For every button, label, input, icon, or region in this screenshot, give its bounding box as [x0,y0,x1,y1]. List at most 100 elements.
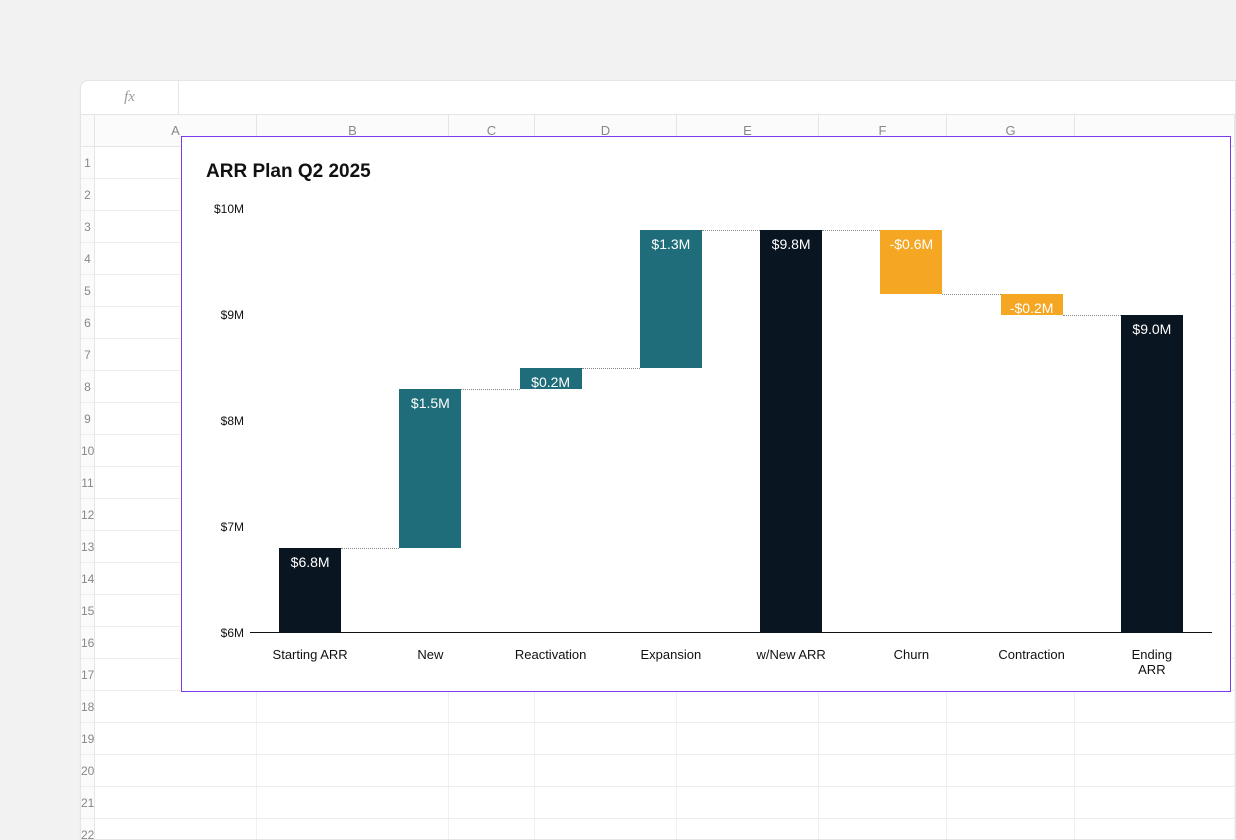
row-head[interactable]: 7 [81,339,95,370]
cell[interactable] [449,755,535,786]
cell[interactable] [947,723,1075,754]
row-head[interactable]: 2 [81,179,95,210]
bar-value-label: $6.8M [291,554,330,570]
chart-container[interactable]: ARR Plan Q2 2025 $6M$7M$8M$9M$10M$6.8MSt… [181,136,1231,692]
bar-value-label: -$0.2M [1010,300,1054,316]
row-head[interactable]: 13 [81,531,95,562]
chart-bar[interactable]: $1.5M [399,389,461,548]
cell[interactable] [95,819,257,840]
row-head[interactable]: 11 [81,467,95,498]
x-category-label: New [417,647,443,662]
bar-value-label: $0.2M [531,374,570,390]
row-head[interactable]: 21 [81,787,95,818]
chart-bar[interactable]: $1.3M [640,230,702,368]
connector-line [582,368,640,369]
bar-value-label: $1.5M [411,395,450,411]
cell[interactable] [1075,819,1235,840]
cell[interactable] [1075,723,1235,754]
x-category-label: w/New ARR [756,647,825,662]
cell[interactable] [819,755,947,786]
row-head[interactable]: 17 [81,659,95,690]
cell[interactable] [535,787,677,818]
connector-line [702,230,760,231]
bar-value-label: $9.8M [772,236,811,252]
row-head[interactable]: 16 [81,627,95,658]
fx-label: fx [124,89,135,106]
cell[interactable] [677,691,819,722]
row-head[interactable]: 5 [81,275,95,306]
y-tick: $7M [202,520,244,534]
cell[interactable] [535,691,677,722]
row-head[interactable]: 10 [81,435,95,466]
cell[interactable] [257,787,449,818]
row-head[interactable]: 14 [81,563,95,594]
y-tick: $9M [202,308,244,322]
cell[interactable] [257,755,449,786]
bar-value-label: $1.3M [651,236,690,252]
chart-bar[interactable]: $9.8M [760,230,822,633]
cell[interactable] [535,755,677,786]
cell[interactable] [257,819,449,840]
cell[interactable] [947,691,1075,722]
cell[interactable] [819,691,947,722]
cell[interactable] [947,819,1075,840]
chart-bar[interactable]: -$0.2M [1001,294,1063,315]
row: 19 [81,723,1235,755]
cell[interactable] [1075,755,1235,786]
cell[interactable] [947,755,1075,786]
cell[interactable] [95,755,257,786]
cell[interactable] [449,819,535,840]
cell[interactable] [677,819,819,840]
row-head[interactable]: 15 [81,595,95,626]
row-head[interactable]: 18 [81,691,95,722]
y-tick: $10M [202,202,244,216]
row-head[interactable]: 6 [81,307,95,338]
row-head[interactable]: 3 [81,211,95,242]
y-tick: $6M [202,626,244,640]
cell[interactable] [535,819,677,840]
row-head[interactable]: 22 [81,819,95,840]
row-head[interactable]: 9 [81,403,95,434]
row: 18 [81,691,1235,723]
cell[interactable] [257,723,449,754]
cell[interactable] [1075,787,1235,818]
cell[interactable] [449,787,535,818]
chart-bar[interactable]: $9.0M [1121,315,1183,633]
formula-bar[interactable]: fx [81,81,1235,115]
x-axis [250,632,1212,633]
row-head[interactable]: 20 [81,755,95,786]
bar-value-label: -$0.6M [890,236,934,252]
row-head[interactable]: 1 [81,147,95,178]
bar-value-label: $9.0M [1132,321,1171,337]
chart-plot-area: $6M$7M$8M$9M$10M$6.8MStarting ARR$1.5MNe… [250,209,1212,633]
cell[interactable] [449,691,535,722]
connector-line [461,389,519,390]
fx-cell: fx [81,81,179,114]
cell[interactable] [535,723,677,754]
row-head[interactable]: 12 [81,499,95,530]
row: 21 [81,787,1235,819]
cell[interactable] [257,691,449,722]
cell[interactable] [1075,691,1235,722]
cell[interactable] [95,787,257,818]
cell[interactable] [947,787,1075,818]
cell[interactable] [819,819,947,840]
cell[interactable] [819,723,947,754]
cell[interactable] [95,691,257,722]
cell[interactable] [819,787,947,818]
cell[interactable] [677,755,819,786]
header-corner[interactable] [81,115,95,146]
chart-bar[interactable]: $6.8M [279,548,341,633]
row-head[interactable]: 8 [81,371,95,402]
cell[interactable] [677,787,819,818]
chart-bar[interactable]: -$0.6M [880,230,942,294]
row-head[interactable]: 19 [81,723,95,754]
cell[interactable] [95,723,257,754]
x-category-label: Churn [894,647,929,662]
x-category-label: Ending ARR [1122,647,1182,677]
cell[interactable] [449,723,535,754]
y-tick: $8M [202,414,244,428]
chart-bar[interactable]: $0.2M [520,368,582,389]
row-head[interactable]: 4 [81,243,95,274]
cell[interactable] [677,723,819,754]
